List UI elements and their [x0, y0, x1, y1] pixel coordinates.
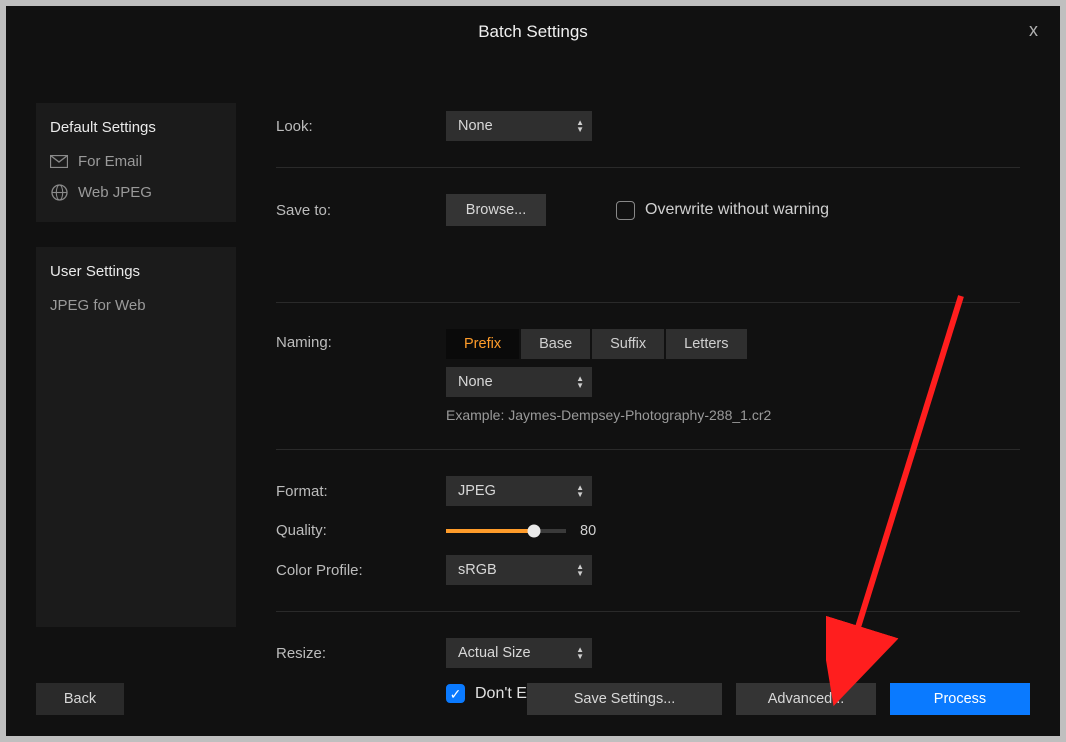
close-button[interactable]: x	[1029, 20, 1038, 41]
tab-suffix[interactable]: Suffix	[592, 329, 664, 359]
quality-slider[interactable]: 80	[446, 523, 596, 539]
naming-label: Naming:	[276, 329, 446, 351]
stepper-icon: ▲▼	[576, 484, 584, 498]
resize-label: Resize:	[276, 645, 446, 662]
window-title: Batch Settings	[478, 22, 588, 42]
format-value: JPEG	[458, 483, 496, 499]
profile-value: sRGB	[458, 562, 497, 578]
format-label: Format:	[276, 483, 446, 500]
look-label: Look:	[276, 118, 446, 135]
saveto-label: Save to:	[276, 202, 446, 219]
overwrite-label: Overwrite without warning	[645, 201, 829, 219]
format-select[interactable]: JPEG ▲▼	[446, 476, 592, 506]
look-select[interactable]: None ▲▼	[446, 111, 592, 141]
sidebar-item-label: JPEG for Web	[50, 297, 146, 314]
sidebar-item-jpeg-for-web[interactable]: JPEG for Web	[36, 290, 236, 321]
slider-thumb[interactable]	[527, 524, 540, 537]
footer: Back Save Settings... Advanced... Proces…	[6, 676, 1060, 736]
slider-track[interactable]	[446, 529, 566, 533]
save-settings-button[interactable]: Save Settings...	[527, 683, 722, 715]
stepper-icon: ▲▼	[576, 646, 584, 660]
look-value: None	[458, 118, 493, 134]
browse-button[interactable]: Browse...	[446, 194, 546, 226]
stepper-icon: ▲▼	[576, 563, 584, 577]
naming-select[interactable]: None ▲▼	[446, 367, 592, 397]
sidebar-item-for-email[interactable]: For Email	[36, 146, 236, 177]
default-settings-header: Default Settings	[36, 113, 236, 146]
quality-value: 80	[580, 523, 596, 539]
user-settings-header: User Settings	[36, 257, 236, 290]
settings-form: Look: None ▲▼ Save to: Browse... Overwri…	[276, 58, 1030, 676]
naming-value: None	[458, 374, 493, 390]
overwrite-checkbox-wrap[interactable]: Overwrite without warning	[616, 201, 829, 220]
titlebar: Batch Settings x	[6, 6, 1060, 58]
batch-settings-window: Batch Settings x Default Settings For Em…	[6, 6, 1060, 736]
profile-label: Color Profile:	[276, 562, 446, 579]
profile-select[interactable]: sRGB ▲▼	[446, 555, 592, 585]
slider-fill	[446, 529, 534, 533]
stepper-icon: ▲▼	[576, 119, 584, 133]
back-button[interactable]: Back	[36, 683, 124, 715]
process-button[interactable]: Process	[890, 683, 1030, 715]
stepper-icon: ▲▼	[576, 375, 584, 389]
quality-label: Quality:	[276, 522, 446, 539]
tab-letters[interactable]: Letters	[666, 329, 746, 359]
resize-select[interactable]: Actual Size ▲▼	[446, 638, 592, 668]
sidebar-item-label: Web JPEG	[78, 184, 152, 201]
globe-icon	[50, 184, 68, 201]
naming-example: Example: Jaymes-Dempsey-Photography-288_…	[446, 407, 771, 423]
naming-tabs: Prefix Base Suffix Letters	[446, 329, 771, 359]
default-settings-panel: Default Settings For Email Web JPEG	[36, 103, 236, 222]
tab-prefix[interactable]: Prefix	[446, 329, 519, 359]
tab-base[interactable]: Base	[521, 329, 590, 359]
user-settings-panel: User Settings JPEG for Web	[36, 247, 236, 627]
sidebar-item-web-jpeg[interactable]: Web JPEG	[36, 177, 236, 208]
mail-icon	[50, 155, 68, 168]
sidebar: Default Settings For Email Web JPEG User…	[36, 58, 236, 676]
advanced-button[interactable]: Advanced...	[736, 683, 876, 715]
resize-value: Actual Size	[458, 645, 531, 661]
sidebar-item-label: For Email	[78, 153, 142, 170]
overwrite-checkbox[interactable]	[616, 201, 635, 220]
